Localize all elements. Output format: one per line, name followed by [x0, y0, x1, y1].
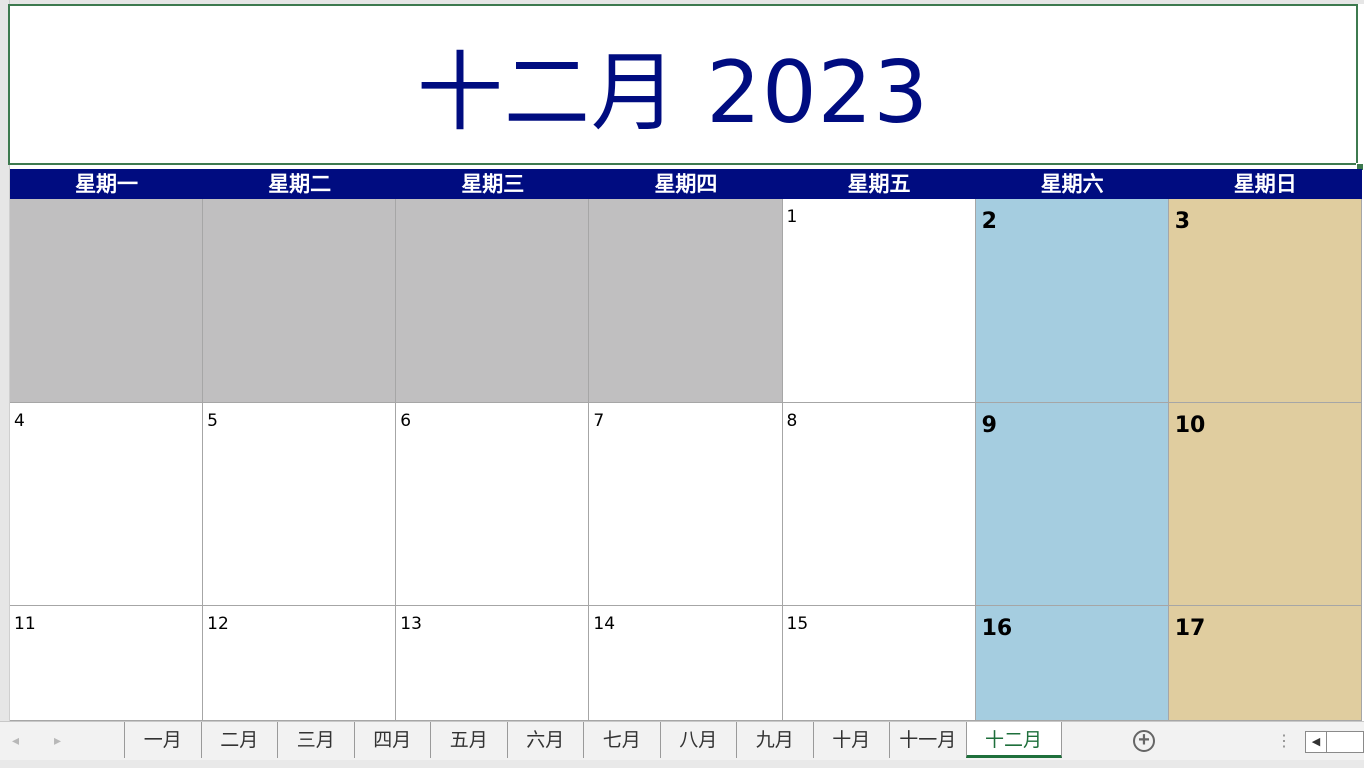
day-cell-empty[interactable] — [396, 199, 590, 403]
day-cell[interactable]: 12 — [203, 606, 397, 721]
day-cell[interactable]: 11 — [10, 606, 204, 721]
sheet-tab-jan[interactable]: 一月 — [124, 722, 201, 758]
day-cell[interactable]: 15 — [782, 606, 976, 721]
day-cell[interactable]: 13 — [396, 606, 590, 721]
next-sheet-icon[interactable]: ▸ — [54, 732, 61, 749]
weekday-friday[interactable]: 星期五 — [783, 169, 976, 199]
day-number: 8 — [786, 411, 798, 431]
horizontal-scrollbar[interactable]: ◀ — [1305, 731, 1364, 753]
day-cell[interactable]: 1 — [782, 199, 976, 403]
status-bar — [0, 760, 1364, 768]
day-cell[interactable]: 14 — [589, 606, 783, 721]
day-cell[interactable]: 6 — [396, 403, 590, 606]
day-number: 2 — [981, 209, 997, 234]
day-number: 5 — [207, 411, 218, 431]
day-cell-saturday[interactable]: 2 — [975, 199, 1169, 403]
day-number: 13 — [400, 614, 422, 634]
scroll-left-icon[interactable]: ◀ — [1306, 732, 1327, 752]
title-cell[interactable]: 十二月 2023 — [8, 4, 1358, 165]
day-cell[interactable]: 8 — [782, 403, 976, 606]
sheet-tab-aug[interactable]: 八月 — [659, 722, 737, 758]
calendar-grid: 1 2 3 4 5 6 7 8 9 10 11 12 13 14 15 16 1… — [10, 199, 1362, 721]
weekday-thursday[interactable]: 星期四 — [589, 169, 782, 199]
day-number: 6 — [400, 411, 412, 431]
prev-sheet-icon[interactable]: ◂ — [12, 732, 19, 749]
day-number: 1 — [786, 207, 798, 227]
day-cell[interactable]: 5 — [203, 403, 397, 606]
day-number: 7 — [593, 411, 605, 431]
day-cell[interactable]: 4 — [10, 403, 204, 606]
weekday-saturday[interactable]: 星期六 — [976, 169, 1169, 199]
add-sheet-icon[interactable]: + — [1133, 730, 1155, 752]
sheet-tab-dec-active[interactable]: 十二月 — [965, 722, 1062, 758]
day-number: 12 — [207, 614, 229, 634]
sheet-tab-oct[interactable]: 十月 — [812, 722, 890, 758]
sheet-tab-nov[interactable]: 十一月 — [889, 722, 966, 758]
weekday-wednesday[interactable]: 星期三 — [396, 169, 589, 199]
day-number: 14 — [593, 614, 616, 634]
sheet-tabs: 一月 二月 三月 四月 五月 六月 七月 八月 九月 十月 十一月 十二月 — [124, 722, 1062, 760]
day-cell-sunday[interactable]: 10 — [1168, 403, 1362, 606]
day-number: 10 — [1174, 413, 1206, 438]
sheet-tab-may[interactable]: 五月 — [430, 722, 507, 758]
weekday-header-row: 星期一 星期二 星期三 星期四 星期五 星期六 星期日 — [10, 169, 1362, 199]
day-cell-saturday[interactable]: 9 — [975, 403, 1169, 606]
day-number: 15 — [786, 614, 809, 634]
sheet-tab-feb[interactable]: 二月 — [200, 722, 278, 758]
day-cell-sunday[interactable]: 17 — [1168, 606, 1362, 721]
sheet-tab-mar[interactable]: 三月 — [277, 722, 354, 758]
sheet-tab-bar: ◂ ▸ 一月 二月 三月 四月 五月 六月 七月 八月 九月 十月 十一月 十二… — [0, 721, 1364, 760]
day-cell[interactable]: 7 — [589, 403, 783, 606]
day-number: 3 — [1174, 209, 1191, 234]
day-cell-empty[interactable] — [589, 199, 783, 403]
weekday-tuesday[interactable]: 星期二 — [203, 169, 396, 199]
weekday-monday[interactable]: 星期一 — [10, 169, 203, 199]
sheet-tab-sep[interactable]: 九月 — [736, 722, 813, 758]
day-number: 4 — [14, 411, 25, 431]
more-options-icon[interactable]: ⋮ — [1276, 731, 1292, 751]
calendar-title: 十二月 2023 — [416, 43, 930, 143]
sheet-tab-apr[interactable]: 四月 — [353, 722, 431, 758]
day-number: 17 — [1174, 616, 1206, 641]
day-cell-sunday[interactable]: 3 — [1168, 199, 1362, 403]
weekday-sunday[interactable]: 星期日 — [1169, 169, 1362, 199]
day-cell-empty[interactable] — [203, 199, 397, 403]
sheet-tab-jun[interactable]: 六月 — [506, 722, 584, 758]
day-number: 16 — [981, 616, 1013, 641]
day-cell-saturday[interactable]: 16 — [975, 606, 1169, 721]
day-number: 11 — [14, 614, 36, 634]
day-number: 9 — [981, 413, 997, 438]
sheet-tab-jul[interactable]: 七月 — [583, 722, 660, 758]
day-cell-empty[interactable] — [10, 199, 204, 403]
